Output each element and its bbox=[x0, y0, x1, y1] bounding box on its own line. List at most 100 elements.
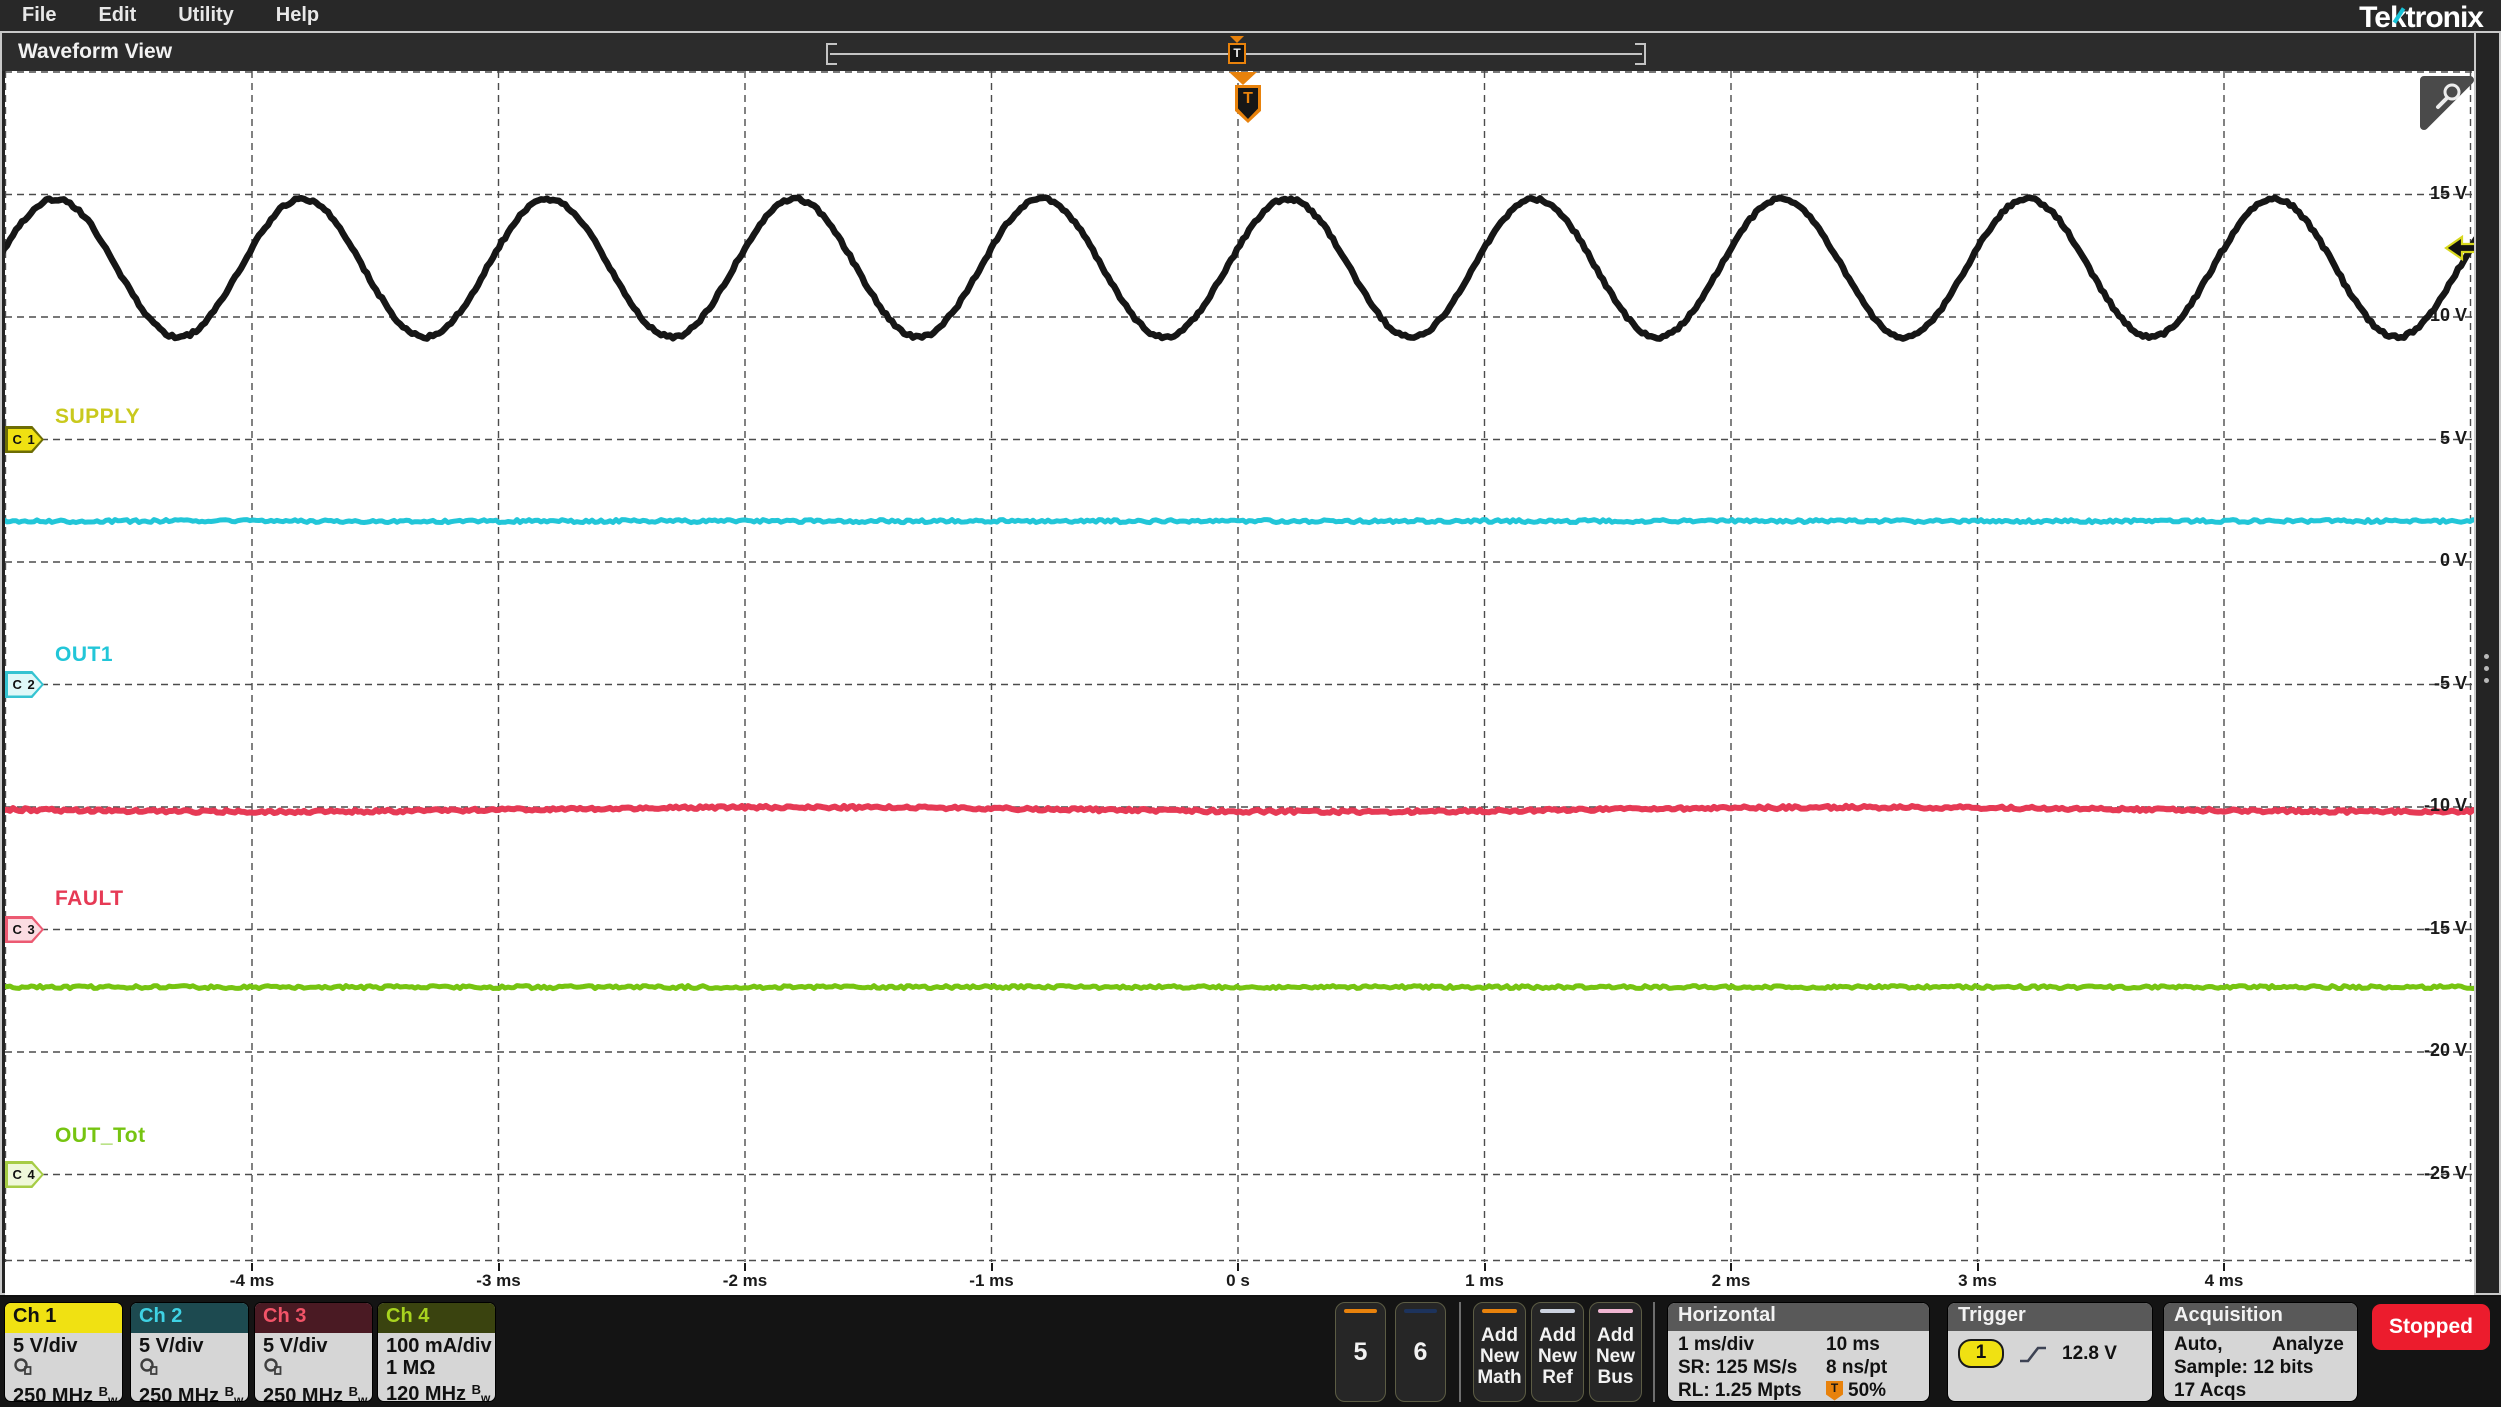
channel-bandwidth: 250 MHz Bw bbox=[263, 1384, 368, 1402]
x-axis-tick bbox=[990, 1263, 993, 1271]
trigger-position-flag[interactable]: T bbox=[1224, 71, 1262, 127]
trigger-position-thumb[interactable]: T bbox=[1228, 43, 1246, 64]
logo-k: k bbox=[2390, 1, 2407, 35]
trace-ch3[interactable] bbox=[5, 802, 2474, 817]
x-axis-label: 2 ms bbox=[1711, 1271, 1751, 1290]
menu-edit[interactable]: Edit bbox=[98, 4, 136, 27]
trigger-panel[interactable]: Trigger 1 12.8 V bbox=[1947, 1302, 2153, 1402]
x-axis-tick bbox=[2223, 1263, 2225, 1271]
add-new-bus-button[interactable]: Add New Bus bbox=[1589, 1302, 1642, 1402]
channel-bandwidth: 250 MHz Bw bbox=[13, 1384, 118, 1402]
trigger-flag-icon: T bbox=[1235, 85, 1261, 123]
horizontal-scale: 1 ms/div bbox=[1678, 1334, 1755, 1355]
oscilloscope-screen: File Edit Utility Help Tektronix Wavefor… bbox=[0, 0, 2501, 1407]
menu-bar: File Edit Utility Help Tektronix bbox=[0, 0, 2501, 34]
channel-6-button[interactable]: 6 bbox=[1395, 1302, 1446, 1402]
channel-bandwidth: 250 MHz Bw bbox=[139, 1384, 244, 1402]
menu-help[interactable]: Help bbox=[276, 4, 319, 27]
menu-utility[interactable]: Utility bbox=[178, 4, 234, 27]
zoom-corner-button[interactable] bbox=[2419, 75, 2474, 131]
channel-scale: 100 mA/div bbox=[386, 1335, 492, 1357]
button-stripe bbox=[1344, 1309, 1377, 1313]
trace-label-fault: FAULT bbox=[55, 887, 124, 910]
button-stripe bbox=[1404, 1309, 1437, 1313]
channel-bandwidth: 120 MHz Bw bbox=[386, 1382, 491, 1402]
add-new-ref-button[interactable]: Add New Ref bbox=[1531, 1302, 1584, 1402]
divider bbox=[1459, 1302, 1461, 1402]
run-stop-status-button[interactable]: Stopped bbox=[2372, 1304, 2490, 1350]
right-rail bbox=[2474, 33, 2499, 1293]
drag-handle-icon[interactable] bbox=[2484, 647, 2489, 690]
graticule-svg bbox=[5, 71, 2474, 1262]
horizontal-panel-title: Horizontal bbox=[1668, 1303, 1929, 1331]
trigger-flag-triangle-icon bbox=[1229, 72, 1257, 85]
channel-card-ch4[interactable]: Ch 4 100 mA/div 1 MΩ 120 MHz Bw bbox=[377, 1302, 496, 1402]
x-axis-tick bbox=[1976, 1263, 1979, 1271]
channel-card-title: Ch 4 bbox=[378, 1303, 495, 1333]
horizontal-panel[interactable]: Horizontal 1 ms/div 10 ms SR: 125 MS/s 8 n… bbox=[1667, 1302, 1930, 1402]
waveform-view-panel: Waveform View T T C 1 C 2 C 3 C 4 SUPPLY… bbox=[0, 31, 2501, 1295]
channel-card-title: Ch 2 bbox=[131, 1303, 248, 1333]
acquisition-mode: Auto, bbox=[2174, 1334, 2223, 1355]
waveform-graticule[interactable]: T C 1 C 2 C 3 C 4 SUPPLY OUT1 FAULT OUT_… bbox=[5, 71, 2474, 1262]
horizontal-window: 10 ms bbox=[1826, 1334, 1880, 1355]
y-axis-label: -15 V bbox=[2423, 917, 2467, 938]
x-axis-label: -4 ms bbox=[229, 1271, 275, 1290]
acquisition-sample: Sample: 12 bits bbox=[2174, 1357, 2314, 1378]
acquisition-analyze: Analyze bbox=[2272, 1334, 2344, 1355]
channel-card-title: Ch 1 bbox=[5, 1303, 122, 1333]
x-axis-tick bbox=[251, 1263, 253, 1271]
logo-text: Te bbox=[2359, 1, 2391, 34]
acquisition-panel[interactable]: Acquisition Auto, Analyze Sample: 12 bits… bbox=[2163, 1302, 2358, 1402]
trace-ch1[interactable] bbox=[5, 194, 2474, 342]
waveform-view-tab[interactable]: Waveform View bbox=[18, 40, 172, 64]
x-axis-tick bbox=[1730, 1263, 1732, 1271]
menu-file[interactable]: File bbox=[22, 4, 56, 27]
probe-icon bbox=[139, 1357, 242, 1381]
y-axis-label: -25 V bbox=[2423, 1162, 2467, 1183]
trigger-panel-title: Trigger bbox=[1948, 1303, 2152, 1331]
channel-card-title: Ch 3 bbox=[255, 1303, 372, 1333]
trigger-source-badge: 1 bbox=[1958, 1339, 2004, 1368]
y-axis-label: 5 V bbox=[2439, 427, 2467, 448]
x-axis-tick bbox=[497, 1263, 500, 1271]
y-axis-label: -10 V bbox=[2423, 795, 2467, 815]
trace-ch4[interactable] bbox=[5, 983, 2474, 992]
trace-ch2[interactable] bbox=[5, 517, 2474, 526]
trace-label-out1: OUT1 bbox=[55, 643, 114, 666]
channel-card-ch3[interactable]: Ch 3 5 V/div 250 MHz Bw bbox=[254, 1302, 373, 1402]
trigger-position-caret-icon bbox=[1230, 36, 1244, 43]
channel-card-ch1[interactable]: Ch 1 5 V/div 250 MHz Bw bbox=[4, 1302, 123, 1402]
settings-bar: Ch 1 5 V/div 250 MHz Bw Ch 2 5 V/div 250… bbox=[0, 1297, 2501, 1407]
tektronix-logo: Tektronix bbox=[2359, 1, 2484, 35]
trace-label-supply: SUPPLY bbox=[55, 405, 141, 428]
acquisition-panel-title: Acquisition bbox=[2164, 1303, 2357, 1331]
horizontal-pan-slider[interactable]: T bbox=[826, 33, 1646, 71]
x-axis-label: -3 ms bbox=[476, 1271, 521, 1290]
waveform-view-titlebar: Waveform View T bbox=[2, 33, 2499, 71]
y-axis-label: 15 V bbox=[2429, 182, 2467, 203]
channel-scale: 5 V/div bbox=[263, 1335, 328, 1357]
x-axis-label: -2 ms bbox=[722, 1271, 768, 1290]
trigger-position-icon: T bbox=[1826, 1380, 1843, 1401]
probe-icon bbox=[13, 1357, 116, 1381]
x-axis-tick bbox=[1237, 1263, 1239, 1271]
channel-card-ch2[interactable]: Ch 2 5 V/div 250 MHz Bw bbox=[130, 1302, 249, 1402]
add-new-math-button[interactable]: Add New Math bbox=[1473, 1302, 1526, 1402]
x-axis-tick bbox=[744, 1263, 746, 1271]
x-axis-tick bbox=[1483, 1263, 1486, 1271]
x-axis-label: 4 ms bbox=[2204, 1271, 2244, 1290]
y-axis-label: 0 V bbox=[2439, 550, 2467, 570]
sample-rate: SR: 125 MS/s bbox=[1678, 1357, 1798, 1378]
x-axis-label: -1 ms bbox=[969, 1271, 1014, 1290]
probe-icon bbox=[263, 1357, 366, 1381]
channel-5-button[interactable]: 5 bbox=[1335, 1302, 1386, 1402]
trigger-position-percent: 50% bbox=[1848, 1380, 1887, 1401]
button-stripe bbox=[1598, 1309, 1633, 1313]
trigger-level-arrow-icon[interactable] bbox=[2444, 234, 2474, 262]
y-axis-label: -5 V bbox=[2433, 672, 2467, 693]
slider-right-bracket bbox=[1635, 43, 1646, 65]
time-axis: -4 ms -3 ms -2 ms -1 ms 0 s 1 ms 2 ms 3 ms 4 ms bbox=[5, 1262, 2474, 1295]
divider bbox=[1653, 1302, 1655, 1402]
y-axis-label: -20 V bbox=[2423, 1040, 2467, 1060]
